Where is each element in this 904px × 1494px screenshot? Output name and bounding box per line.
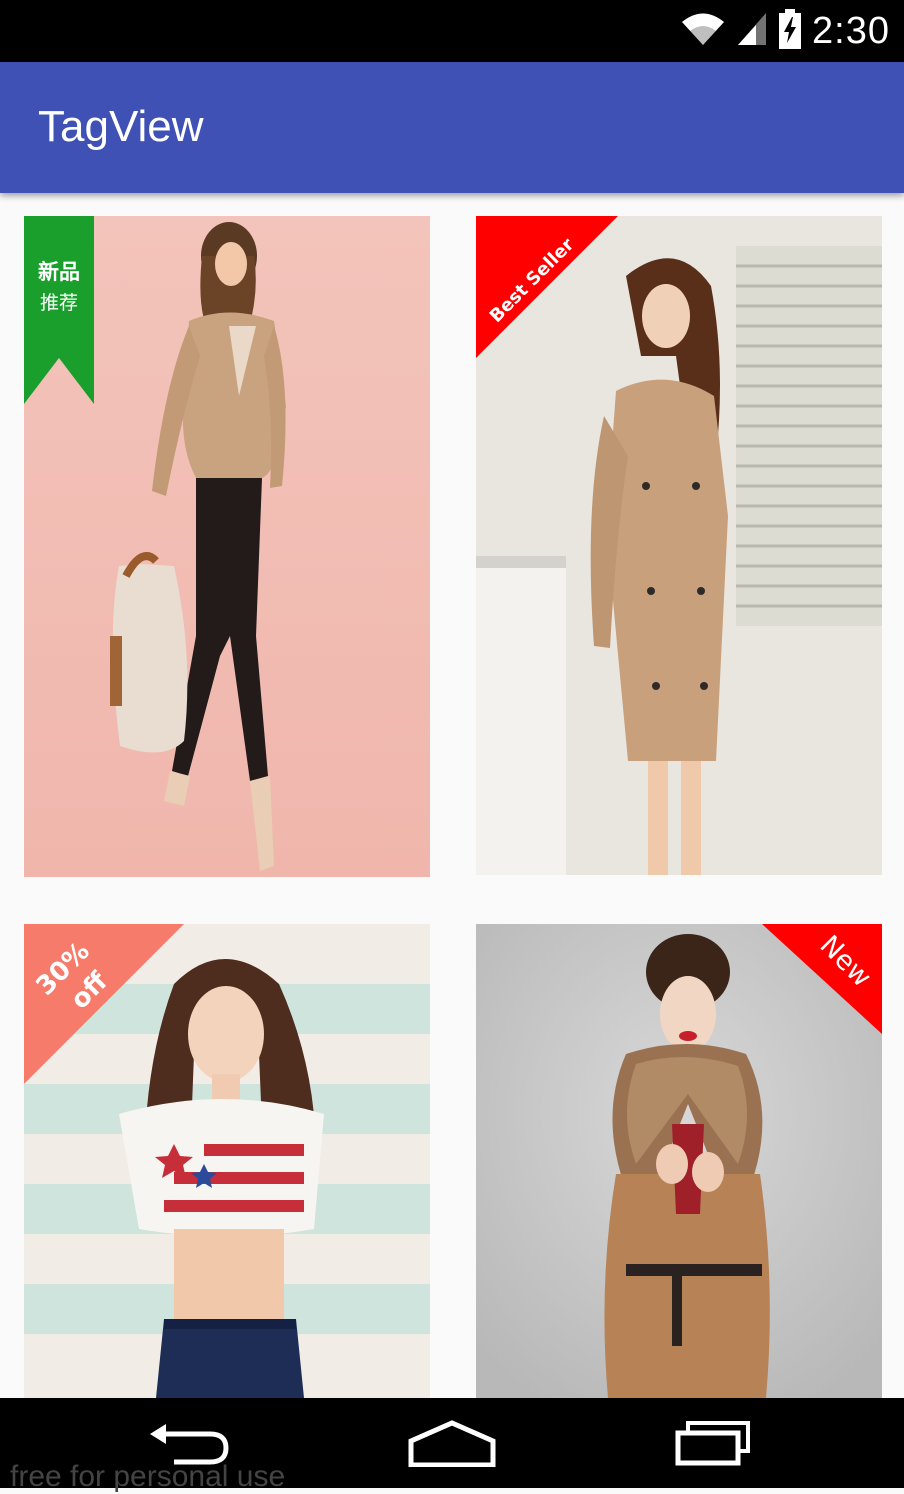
- recents-icon: [675, 1421, 750, 1466]
- status-bar: 2:30: [0, 0, 904, 62]
- recents-button[interactable]: [632, 1398, 792, 1488]
- app-title: TagView: [38, 102, 204, 151]
- home-button[interactable]: [372, 1398, 532, 1488]
- ribbon-text-line1: 新品: [38, 260, 80, 284]
- signal-icon: [736, 11, 768, 52]
- home-icon: [408, 1420, 496, 1467]
- card-flag-top[interactable]: 30% off: [24, 924, 430, 1398]
- tag-corner: [24, 924, 184, 1084]
- status-time: 2:30: [812, 9, 890, 52]
- battery-charging-icon: [778, 8, 802, 54]
- card-trench-coat[interactable]: Best Seller: [476, 216, 882, 875]
- tag-ribbon: 新品 推荐: [24, 216, 94, 404]
- card-fur-coat[interactable]: New: [476, 924, 882, 1398]
- ribbon-text-line2: 推荐: [39, 292, 78, 314]
- status-icons: 2:30: [680, 8, 890, 54]
- tag-corner: [476, 216, 618, 358]
- watermark: free for personal use: [10, 1460, 286, 1493]
- app-bar: TagView: [0, 62, 904, 193]
- wifi-icon: [680, 11, 726, 52]
- card-beige-blazer[interactable]: 新品 推荐: [24, 216, 430, 877]
